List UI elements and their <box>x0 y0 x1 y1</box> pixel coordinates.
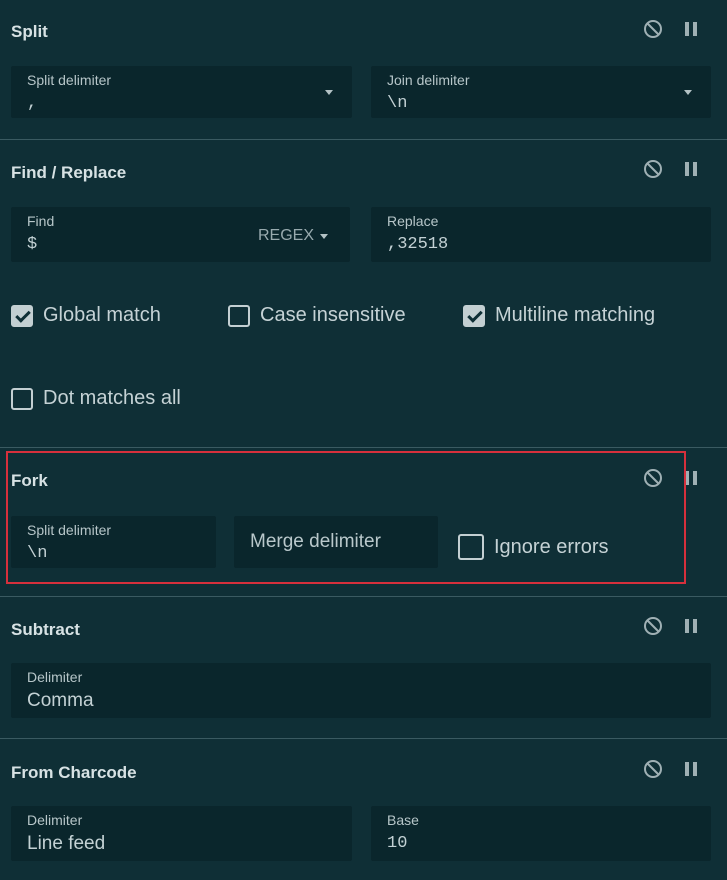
checkbox-label: Case insensitive <box>260 304 406 326</box>
checkbox-label: Multiline matching <box>495 304 656 326</box>
checkbox-label: Dot matches all <box>43 387 181 409</box>
checkbox-unchecked-icon[interactable] <box>228 304 250 327</box>
charcode-base-field[interactable]: Base 10 <box>371 806 711 861</box>
operation-subtract: Subtract Delimiter Comma <box>0 597 727 738</box>
caret-down-icon[interactable] <box>684 90 692 95</box>
subtract-delimiter-field[interactable]: Delimiter Comma <box>11 663 711 718</box>
operation-title: Find / Replace <box>11 163 127 182</box>
field-value: $ <box>27 235 38 254</box>
field-value: ,32518 <box>387 235 449 254</box>
operation-title: Split <box>11 22 48 41</box>
replace-field[interactable]: Replace ,32518 <box>371 207 711 262</box>
pause-icon[interactable] <box>681 759 701 779</box>
charcode-delimiter-field[interactable]: Delimiter Line feed <box>11 806 352 861</box>
field-value: , <box>27 94 38 113</box>
disable-icon[interactable] <box>643 759 663 779</box>
disable-icon[interactable] <box>643 616 663 636</box>
regex-mode-dropdown[interactable]: REGEX <box>258 227 329 245</box>
regex-mode-label: REGEX <box>258 227 315 244</box>
field-label: Delimiter <box>27 669 83 685</box>
checkbox-label: Global match <box>43 304 161 326</box>
dot-matches-all-checkbox[interactable]: Dot matches all <box>11 387 181 410</box>
pause-icon[interactable] <box>681 159 701 179</box>
join-delimiter-field[interactable]: Join delimiter \n <box>371 66 711 118</box>
field-label: Delimiter <box>27 812 83 828</box>
operation-from-charcode: From Charcode Delimiter Line feed Base 1… <box>0 739 727 880</box>
operation-title: Subtract <box>11 620 80 639</box>
disable-icon[interactable] <box>643 19 663 39</box>
caret-down-icon <box>320 233 329 239</box>
field-value: \n <box>387 94 408 113</box>
pause-icon[interactable] <box>681 616 701 636</box>
field-value: Line feed <box>27 833 106 854</box>
highlight-box <box>6 451 686 584</box>
field-value: 10 <box>387 834 408 853</box>
field-label: Replace <box>387 213 439 229</box>
operation-split: Split Split delimiter , Join delimiter \… <box>0 0 727 139</box>
operation-title: From Charcode <box>11 763 137 782</box>
multiline-matching-checkbox[interactable]: Multiline matching <box>463 304 655 327</box>
disable-icon[interactable] <box>643 159 663 179</box>
operation-find-replace: Find / Replace Find $ REGEX Replace ,325… <box>0 140 727 447</box>
checkbox-checked-icon[interactable] <box>463 304 485 327</box>
field-label: Join delimiter <box>387 72 470 88</box>
pause-icon[interactable] <box>681 19 701 39</box>
find-field[interactable]: Find $ REGEX <box>11 207 350 262</box>
caret-down-icon[interactable] <box>325 90 333 95</box>
field-label: Base <box>387 812 419 828</box>
checkbox-unchecked-icon[interactable] <box>11 387 33 410</box>
field-label: Split delimiter <box>27 72 112 88</box>
checkbox-checked-icon[interactable] <box>11 304 33 327</box>
global-match-checkbox[interactable]: Global match <box>11 304 161 327</box>
case-insensitive-checkbox[interactable]: Case insensitive <box>228 304 406 327</box>
field-label: Find <box>27 213 55 229</box>
field-value: Comma <box>27 690 94 711</box>
split-delimiter-field[interactable]: Split delimiter , <box>11 66 352 118</box>
